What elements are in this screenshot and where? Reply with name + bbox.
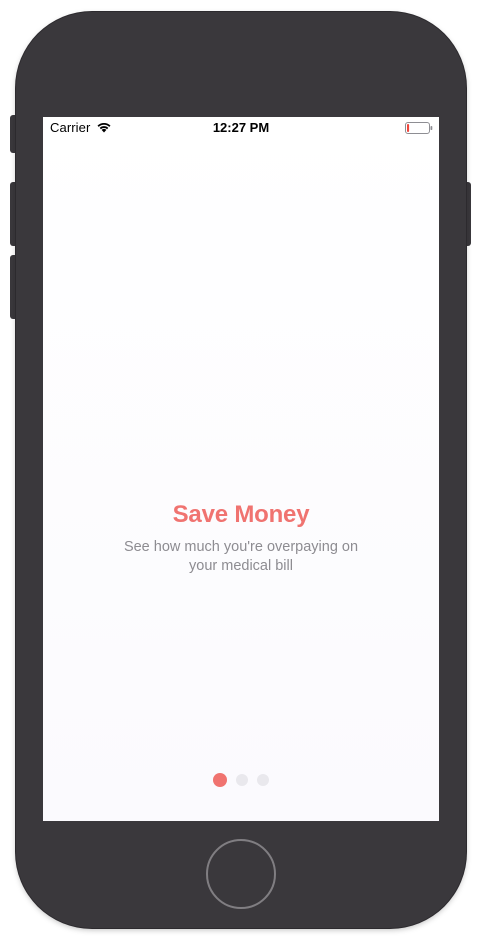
clock: 12:27 PM [212,120,270,135]
page-dot-3[interactable] [257,774,269,786]
battery-icon [405,122,433,134]
onboarding-subtitle: See how much you're overpaying on your m… [123,539,359,574]
page-dot-2[interactable] [236,774,248,786]
home-button[interactable] [206,839,276,909]
status-bar: Carrier 12:27 PM [43,117,439,139]
page-indicator[interactable] [43,773,439,787]
battery-level-fill [407,124,410,132]
screen: Carrier 12:27 PM Save Money See how much… [43,117,439,821]
onboarding-content: Save Money See how much you're overpayin… [43,500,439,576]
onboarding-title: Save Money [172,501,310,528]
page-dot-1[interactable] [213,773,227,787]
